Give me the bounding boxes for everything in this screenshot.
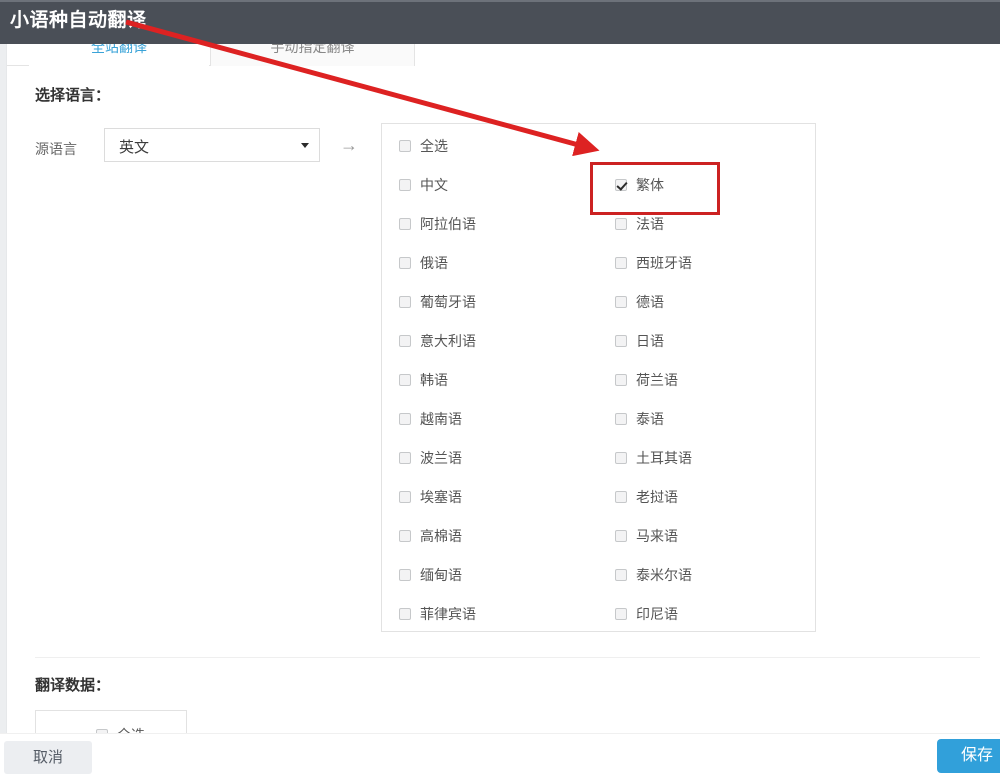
language-option-label: 泰语 (636, 409, 664, 429)
checkbox-icon[interactable] (399, 413, 411, 425)
cancel-button[interactable]: 取消 (4, 741, 92, 774)
checkbox-icon[interactable] (399, 491, 411, 503)
language-option-row[interactable]: 日语 (615, 331, 664, 351)
language-option-label: 荷兰语 (636, 370, 678, 390)
language-option-label: 土耳其语 (636, 448, 692, 468)
checkbox-icon[interactable] (399, 374, 411, 386)
checkbox-icon[interactable] (399, 452, 411, 464)
language-option-row[interactable]: 荷兰语 (615, 370, 678, 390)
checkbox-icon[interactable] (615, 530, 627, 542)
language-option-label: 老挝语 (636, 487, 678, 507)
language-option-row[interactable]: 西班牙语 (615, 253, 692, 273)
checkbox-icon[interactable] (399, 218, 411, 230)
language-option-label: 意大利语 (420, 331, 476, 351)
language-option-label: 西班牙语 (636, 253, 692, 273)
section-title-translation-data: 翻译数据： (35, 674, 110, 695)
checkbox-icon[interactable] (615, 296, 627, 308)
save-button[interactable]: 保存 (937, 739, 1000, 773)
language-option-row[interactable]: 阿拉伯语 (399, 214, 476, 234)
action-bar: 取消 (0, 733, 1000, 782)
language-option-row[interactable]: 印尼语 (615, 604, 678, 624)
language-option-row[interactable]: 法语 (615, 214, 664, 234)
source-language-value: 英文 (119, 136, 149, 157)
checkbox-icon[interactable] (399, 179, 411, 191)
checkbox-icon[interactable] (615, 374, 627, 386)
arrow-right-icon: → (340, 136, 358, 154)
checkbox-icon[interactable] (399, 257, 411, 269)
language-option-label: 法语 (636, 214, 664, 234)
checkbox-icon[interactable] (615, 257, 627, 269)
language-option-label: 德语 (636, 292, 664, 312)
language-option-row[interactable]: 意大利语 (399, 331, 476, 351)
language-option-row[interactable]: 埃塞语 (399, 487, 462, 507)
main-content: 选择语言： 源语言 英文 → 全选中文 繁体阿拉伯语 法语俄语 西班牙语葡萄牙语 德语意… (7, 66, 1000, 733)
language-option-row[interactable]: 土耳其语 (615, 448, 692, 468)
language-option-label: 泰米尔语 (636, 565, 692, 585)
language-option-row[interactable]: 葡萄牙语 (399, 292, 476, 312)
checkbox-icon[interactable] (615, 452, 627, 464)
language-option-row[interactable]: 韩语 (399, 370, 448, 390)
language-option-label: 阿拉伯语 (420, 214, 476, 234)
app-header: 小语种自动翻译 (0, 0, 1000, 44)
checkbox-icon[interactable] (399, 296, 411, 308)
section-title-select-language: 选择语言： (35, 84, 110, 105)
language-option-label: 马来语 (636, 526, 678, 546)
language-option-label: 高棉语 (420, 526, 462, 546)
language-option-row[interactable]: 马来语 (615, 526, 678, 546)
checkbox-icon[interactable] (399, 530, 411, 542)
language-option-label: 菲律宾语 (420, 604, 476, 624)
language-option-label: 埃塞语 (420, 487, 462, 507)
checkbox-icon[interactable] (399, 335, 411, 347)
checkbox-icon[interactable] (399, 569, 411, 581)
language-option-row[interactable]: 老挝语 (615, 487, 678, 507)
checkbox-checked-icon[interactable] (615, 179, 627, 191)
checkbox-icon[interactable] (615, 335, 627, 347)
language-option-label: 葡萄牙语 (420, 292, 476, 312)
language-option-row[interactable]: 缅甸语 (399, 565, 462, 585)
language-option-label: 日语 (636, 331, 664, 351)
language-option-label: 波兰语 (420, 448, 462, 468)
language-option-row[interactable]: 高棉语 (399, 526, 462, 546)
language-option-row[interactable]: 菲律宾语 (399, 604, 476, 624)
page-root: 全站翻译 手动指定翻译 选择语言： 源语言 英文 → 全选中文繁体阿拉伯语法语俄… (0, 0, 1000, 782)
language-option-label: 缅甸语 (420, 565, 462, 585)
checkbox-icon[interactable] (399, 608, 411, 620)
language-option-label: 俄语 (420, 253, 448, 273)
section-divider (35, 657, 980, 658)
language-option-row[interactable]: 中文 (399, 175, 448, 195)
language-option-row[interactable]: 全选 (399, 136, 448, 156)
language-option-row[interactable]: 俄语 (399, 253, 448, 273)
checkbox-icon[interactable] (615, 608, 627, 620)
language-option-label: 印尼语 (636, 604, 678, 624)
language-option-label: 韩语 (420, 370, 448, 390)
checkbox-icon[interactable] (615, 569, 627, 581)
checkbox-icon[interactable] (615, 491, 627, 503)
language-option-row[interactable]: 波兰语 (399, 448, 462, 468)
language-option-label: 全选 (420, 136, 448, 156)
language-option-row[interactable]: 繁体 (615, 175, 664, 195)
source-language-select[interactable]: 英文 (104, 128, 320, 162)
source-language-label: 源语言 (35, 139, 77, 159)
target-language-panel: 全选中文 繁体阿拉伯语 法语俄语 西班牙语葡萄牙语 德语意大利语 日语韩语 荷兰语越南语 泰语… (381, 123, 816, 632)
language-option-row[interactable]: 越南语 (399, 409, 462, 429)
checkbox-icon[interactable] (399, 140, 411, 152)
language-option-row[interactable]: 泰米尔语 (615, 565, 692, 585)
language-option-label: 越南语 (420, 409, 462, 429)
language-option-row[interactable]: 德语 (615, 292, 664, 312)
checkbox-icon[interactable] (615, 218, 627, 230)
language-option-label: 繁体 (636, 175, 664, 195)
language-option-row[interactable]: 泰语 (615, 409, 664, 429)
chevron-down-icon (301, 143, 309, 148)
checkbox-icon[interactable] (615, 413, 627, 425)
page-title: 小语种自动翻译 (10, 5, 147, 32)
language-option-label: 中文 (420, 175, 448, 195)
